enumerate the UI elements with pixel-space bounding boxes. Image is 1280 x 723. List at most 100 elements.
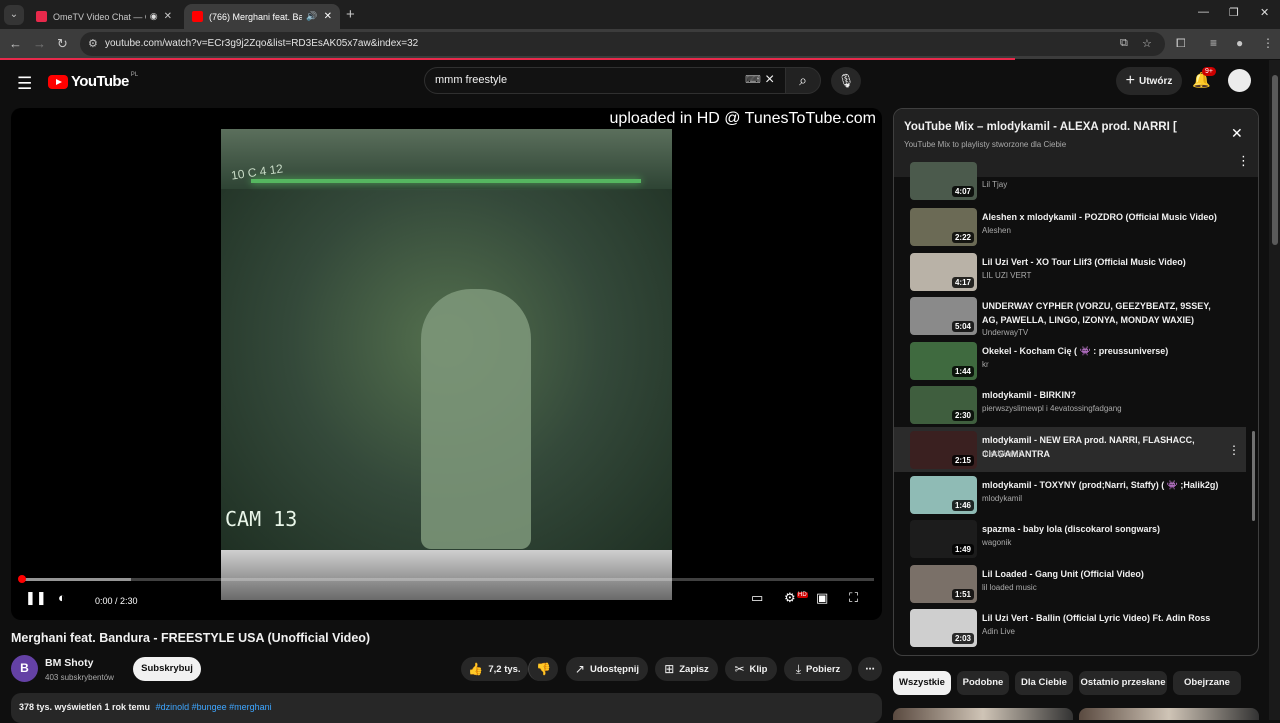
browser-tab-youtube[interactable]: (766) Merghani feat. Bandu 🔊 ✕	[184, 4, 340, 29]
more-vertical-icon[interactable]: ⋮	[1237, 153, 1250, 169]
playlist-item[interactable]: 2:15 mlodykamil - NEW ERA prod. NARRI, FL…	[894, 426, 1246, 472]
new-tab-icon[interactable]: +	[346, 6, 355, 23]
playlist-item[interactable]: 1:51 Lil Loaded - Gang Unit (Official Vid…	[894, 561, 1246, 606]
page-scrollbar[interactable]	[1269, 60, 1280, 720]
playlist-scrollbar[interactable]	[1246, 179, 1258, 655]
menu-kebab-icon[interactable]: ⋮	[1262, 36, 1274, 50]
like-button[interactable]: 👍 7,2 tys.	[461, 657, 528, 681]
playlist-item[interactable]: 1:46 mlodykamil - TOXYNY (prod;Narri, Sta…	[894, 472, 1246, 517]
video-thumbnail[interactable]: 1:44	[910, 341, 977, 380]
video-thumbnail[interactable]: 2:30	[910, 386, 977, 425]
hashtags[interactable]: #dzinold #bungee #merghani	[156, 702, 272, 712]
playlist-item-title[interactable]: Lil Uzi Vert - XO Tour Llif3 (Official M…	[982, 255, 1222, 269]
playlist-item[interactable]: 5:04 UNDERWAY CYPHER (VORZU, GEEZYBEATZ, …	[894, 293, 1246, 338]
video-player[interactable]: 10 C 4 12 CAM 13 uploaded in HD @ TunesT…	[11, 108, 882, 620]
playlist-item[interactable]: 4:17 Lil Uzi Vert - XO Tour Llif3 (Offici…	[894, 249, 1246, 294]
video-thumbnail[interactable]: 4:07	[910, 162, 977, 200]
cast-icon[interactable]: ⧉	[1120, 37, 1128, 50]
chip-watched[interactable]: Obejrzane	[1173, 671, 1241, 695]
playlist-item-title[interactable]: mlodykamil - TOXYNY (prod;Narri, Staffy)…	[982, 478, 1222, 492]
playlist-item[interactable]: 2:03 Lil Uzi Vert - Ballin (Official Lyri…	[894, 605, 1246, 650]
maximize-icon[interactable]: ❐	[1229, 6, 1239, 19]
subscribe-button[interactable]: Subskrybuj	[133, 657, 201, 681]
dislike-button[interactable]: 👎	[528, 657, 558, 681]
back-icon[interactable]: ←	[9, 36, 22, 51]
chip-related[interactable]: Podobne	[957, 671, 1009, 695]
notifications-button[interactable]: 🔔 9+	[1192, 67, 1216, 89]
video-thumbnail[interactable]: 1:46	[910, 475, 977, 514]
scrubber-handle[interactable]	[18, 575, 26, 583]
clip-button[interactable]: ✂ Klip	[725, 657, 777, 681]
audio-playing-icon[interactable]: 🔊	[306, 11, 317, 22]
video-thumbnail[interactable]: 5:04	[910, 297, 977, 336]
channel-name[interactable]: BM Shoty	[45, 657, 93, 669]
playlist-item[interactable]: 2:22 Aleshen x mlodykamil - POZDRO (Offic…	[894, 204, 1246, 249]
search-box[interactable]: mmm freestyle ⌨ ×	[424, 67, 786, 94]
chip-recently-uploaded[interactable]: Ostatnio przesłane	[1079, 671, 1167, 695]
extensions-icon[interactable]: ⧠	[1176, 36, 1186, 51]
site-info-icon[interactable]: ⚙	[88, 37, 98, 50]
media-icon[interactable]: ≡	[1210, 36, 1217, 50]
minimize-icon[interactable]: —	[1198, 6, 1209, 18]
video-thumbnail[interactable]: 1:49	[910, 520, 977, 559]
close-tab-icon[interactable]: ✕	[324, 11, 332, 22]
country-code: PL	[130, 71, 139, 78]
share-button[interactable]: ↗ Udostępnij	[566, 657, 648, 681]
search-button[interactable]: ⌕	[785, 67, 821, 94]
item-menu-icon[interactable]: ⋮	[1228, 443, 1240, 457]
profile-icon[interactable]: ●	[1236, 36, 1243, 50]
subtitles-icon[interactable]: ▭	[751, 590, 763, 606]
close-tab-icon[interactable]: ✕	[164, 11, 172, 22]
fullscreen-icon[interactable]: ⛶	[849, 590, 858, 606]
hamburger-menu-icon[interactable]: ☰	[17, 74, 32, 94]
clear-search-icon[interactable]: ×	[765, 71, 774, 89]
channel-avatar[interactable]: B	[11, 655, 38, 682]
browser-tab-ometv[interactable]: OmeTV Video Chat — Ome ◉ ✕	[28, 4, 180, 29]
close-window-icon[interactable]: ✕	[1260, 6, 1269, 19]
save-button[interactable]: ⊞ Zapisz	[655, 657, 718, 681]
playlist-item[interactable]: 1:44 Okekel - Kocham Cię ( 👾 : preussuniv…	[894, 338, 1246, 383]
playlist-item-title[interactable]: Lil Loaded - Gang Unit (Official Video)	[982, 567, 1222, 581]
recommended-thumbnail[interactable]	[893, 708, 1073, 720]
chip-for-you[interactable]: Dla Ciebie	[1015, 671, 1073, 695]
playlist-item-title[interactable]: Okekel - Kocham Cię ( 👾 : preussuniverse…	[982, 344, 1222, 358]
playlist-item[interactable]: 2:30 mlodykamil - BIRKIN? pierwszyslimewpl…	[894, 382, 1246, 427]
reload-icon[interactable]: ↻	[57, 36, 68, 52]
progress-bar[interactable]	[18, 575, 874, 583]
close-icon[interactable]: ✕	[1231, 125, 1243, 142]
more-actions-button[interactable]: ⋯	[858, 657, 882, 681]
chip-all[interactable]: Wszystkie	[893, 671, 951, 695]
description-box[interactable]: 378 tys. wyświetleń 1 rok temu #dzinold …	[11, 693, 882, 723]
tab-search-dropdown-icon[interactable]: ⌄	[4, 5, 24, 25]
video-thumbnail[interactable]: 2:03	[910, 609, 977, 648]
forward-icon[interactable]: →	[33, 36, 46, 51]
scrollbar-thumb[interactable]	[1252, 431, 1255, 521]
playlist-item-title[interactable]: Aleshen x mlodykamil - POZDRO (Official …	[982, 210, 1222, 224]
keyboard-icon[interactable]: ⌨	[745, 73, 761, 86]
pause-icon[interactable]: ❚❚	[25, 590, 47, 606]
recommended-thumbnail[interactable]	[1079, 708, 1259, 720]
search-input[interactable]: mmm freestyle	[435, 74, 507, 86]
account-avatar[interactable]	[1228, 69, 1251, 92]
playlist-item-title[interactable]: mlodykamil - BIRKIN?	[982, 388, 1222, 402]
theater-mode-icon[interactable]: ▣	[816, 590, 828, 606]
page-scrollbar-thumb[interactable]	[1272, 75, 1278, 245]
voice-search-button[interactable]: 🎙	[831, 67, 861, 95]
video-thumbnail[interactable]: 4:17	[910, 252, 977, 291]
video-thumbnail[interactable]: 1:51	[910, 564, 977, 603]
volume-icon[interactable]: ◐	[58, 590, 66, 605]
settings-gear-icon[interactable]: ⚙	[784, 590, 796, 606]
playlist-item[interactable]: 4:07 Lil Tjay	[894, 162, 1246, 204]
playlist-item[interactable]: 1:49 spazma - baby lola (discokarol songw…	[894, 516, 1246, 561]
video-thumbnail[interactable]: 2:22	[910, 208, 977, 246]
create-button[interactable]: + Utwórz	[1116, 67, 1182, 95]
playlist-item-title[interactable]: UNDERWAY CYPHER (VORZU, GEEZYBEATZ, 9SSE…	[982, 299, 1222, 327]
download-button[interactable]: ⤓ Pobierz	[784, 657, 852, 681]
mix-title[interactable]: YouTube Mix – mlodykamil - ALEXA prod. N…	[904, 121, 1219, 133]
address-bar[interactable]: ⚙ youtube.com/watch?v=ECr3g9j2Zqo&list=R…	[80, 32, 1165, 56]
bookmark-star-icon[interactable]: ☆	[1142, 37, 1152, 50]
playlist-item-title[interactable]: spazma - baby lola (discokarol songwars)	[982, 522, 1222, 536]
video-thumbnail[interactable]: 2:15	[910, 430, 977, 469]
playlist-item-title[interactable]: Lil Uzi Vert - Ballin (Official Lyric Vi…	[982, 611, 1222, 625]
youtube-logo[interactable]: YouTube PL	[48, 71, 139, 90]
